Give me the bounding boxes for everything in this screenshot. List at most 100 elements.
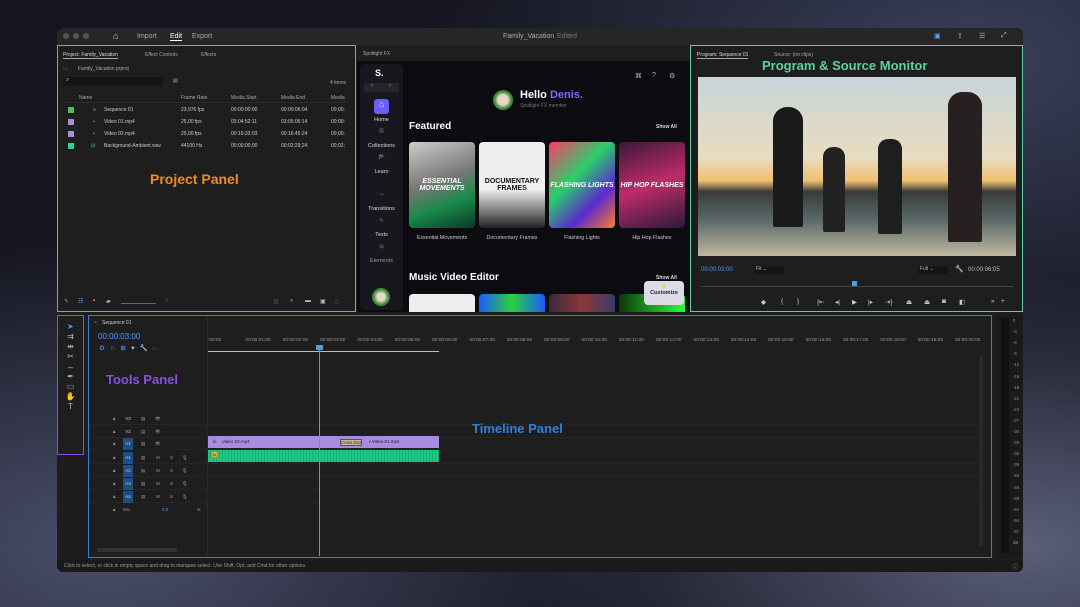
nav-learn[interactable]: Learn xyxy=(360,169,403,175)
lock-icon[interactable]: 🔒︎ xyxy=(113,478,115,490)
mute-button[interactable]: M xyxy=(156,452,160,464)
table-row[interactable]: ▪ Video 01.mp4 25,00 fps 03:04:52:11 03:05:0… xyxy=(63,116,348,128)
solo-button[interactable]: S xyxy=(170,465,173,477)
track-target[interactable]: V1 xyxy=(123,438,133,450)
nav-collections[interactable]: Collections xyxy=(360,143,403,149)
sync-lock-icon[interactable]: ▤ xyxy=(141,426,145,438)
card-documentary-frames[interactable]: DOCUMENTARY FRAMES xyxy=(479,142,545,228)
clip-video-02[interactable]: fx Video 02.mp4 xyxy=(208,436,439,448)
freeform-view-icon[interactable]: ▰ xyxy=(106,298,111,305)
gamepad-icon[interactable]: ⌘ xyxy=(635,72,642,80)
user-avatar[interactable] xyxy=(372,288,390,306)
ripple-edit-tool-icon[interactable]: ⇹ xyxy=(58,342,83,351)
workspaces-icon[interactable]: ☰ xyxy=(979,32,985,40)
pen-tool-icon[interactable]: ✒ xyxy=(58,372,83,381)
eye-icon[interactable]: 👁︎ xyxy=(155,413,161,425)
end-icon[interactable]: ⇹ xyxy=(197,504,201,516)
sync-lock-icon[interactable]: ▤ xyxy=(141,465,145,477)
eye-icon[interactable]: 👁︎ xyxy=(155,438,161,450)
lock-icon[interactable]: 🔒︎ xyxy=(113,491,115,503)
camera-icon[interactable]: ◙ xyxy=(942,298,946,305)
quick-export-icon[interactable]: ▣ xyxy=(934,32,941,40)
table-row[interactable]: ≡ Sequence 01 23,976 fps 00:00:00:00 00:00:0… xyxy=(63,104,348,116)
col-frame-rate[interactable]: Frame Rate xyxy=(181,95,207,101)
zoom-slider[interactable] xyxy=(121,303,156,304)
more-icon[interactable]: » xyxy=(991,298,995,305)
marker-icon[interactable]: ◆ xyxy=(761,298,766,306)
forward-button[interactable]: › xyxy=(389,83,391,89)
card-hip-hop-flashes[interactable]: HIP HOP FLASHES xyxy=(619,142,685,228)
horizontal-scrollbar[interactable] xyxy=(97,548,177,552)
linked-selection-icon[interactable]: ⊠ xyxy=(120,345,125,352)
captions-icon[interactable]: ▭ xyxy=(152,345,158,352)
track-target[interactable]: V3 xyxy=(123,413,133,425)
sync-lock-icon[interactable]: ▤ xyxy=(141,413,145,425)
lock-icon[interactable]: 🔒︎ xyxy=(113,426,115,438)
eye-icon[interactable]: 👁︎ xyxy=(155,426,161,438)
slip-tool-icon[interactable]: ↔ xyxy=(58,362,83,371)
new-bin-icon[interactable]: ▤ xyxy=(173,78,178,84)
menu-export[interactable]: Export xyxy=(192,33,212,40)
music-card[interactable] xyxy=(409,294,475,312)
close-window-button[interactable] xyxy=(63,33,69,39)
list-view-icon[interactable]: ☷ xyxy=(78,298,83,305)
selection-tool-icon[interactable]: ➤ xyxy=(58,322,83,331)
settings-wrench-icon[interactable]: 🔧 xyxy=(140,345,148,352)
col-name[interactable]: Name xyxy=(79,95,92,101)
play-icon[interactable]: ▶ xyxy=(852,298,857,306)
track-target[interactable]: A3 xyxy=(123,478,133,490)
zoom-dropdown[interactable]: Fit ⌄ xyxy=(754,266,784,274)
new-bin-icon[interactable]: ▬ xyxy=(305,298,311,304)
wrench-icon[interactable]: 🔧 xyxy=(955,265,964,273)
rectangle-tool-icon[interactable]: ▭ xyxy=(58,382,83,391)
playhead-handle[interactable] xyxy=(316,345,323,350)
menu-import[interactable]: Import xyxy=(137,33,157,40)
nav-texts[interactable]: Texts xyxy=(360,232,403,238)
solo-button[interactable]: S xyxy=(170,491,173,503)
track-target[interactable]: A2 xyxy=(123,465,133,477)
monitor-playhead[interactable] xyxy=(852,281,858,286)
card-flashing-lights[interactable]: FLASHING LIGHTS xyxy=(549,142,615,228)
mic-icon[interactable]: 🎙︎ xyxy=(182,478,188,490)
close-sequence-icon[interactable]: × xyxy=(94,320,97,326)
go-to-in-icon[interactable]: {⇤ xyxy=(817,298,825,306)
lock-icon[interactable]: 🔒︎ xyxy=(113,452,115,464)
track-target[interactable]: V2 xyxy=(123,426,133,438)
table-row[interactable]: ▪ Video 02.mp4 25,00 fps 00:16:33:03 00:16:4… xyxy=(63,128,348,140)
monitor-scrubber[interactable] xyxy=(701,286,1014,287)
col-media-end[interactable]: Media End xyxy=(281,95,305,101)
solo-button[interactable]: S xyxy=(170,478,173,490)
mark-out-icon[interactable]: } xyxy=(797,298,799,305)
add-button-icon[interactable]: + xyxy=(1001,298,1005,305)
info-icon[interactable]: ⓘ xyxy=(1012,562,1018,571)
mute-button[interactable]: M xyxy=(156,478,160,490)
comparison-view-icon[interactable]: ◧ xyxy=(959,298,965,306)
nav-home[interactable]: Home xyxy=(360,117,403,123)
hand-tool-icon[interactable]: ✋ xyxy=(58,392,83,401)
card-essential-movements[interactable]: ESSENTIAL MOVEMENTS xyxy=(409,142,475,228)
sync-lock-icon[interactable]: ▤ xyxy=(141,438,145,450)
table-row[interactable]: ⊟ Background-Ambient.wav 44100 Hz 00;00;00;… xyxy=(63,140,348,152)
add-marker-icon[interactable]: ▾ xyxy=(131,345,134,352)
mic-icon[interactable]: 🎙︎ xyxy=(182,452,188,464)
step-back-icon[interactable]: ◂| xyxy=(835,298,840,306)
type-tool-icon[interactable]: T xyxy=(58,402,83,411)
home-icon[interactable]: ⌂ xyxy=(113,31,118,41)
mic-icon[interactable]: 🎙︎ xyxy=(182,465,188,477)
tab-project[interactable]: Project: Family_Vacation xyxy=(63,52,118,59)
work-area-bar[interactable] xyxy=(208,351,439,352)
track-select-tool-icon[interactable]: ⇉ xyxy=(58,332,83,341)
timeline-playhead[interactable] xyxy=(316,345,323,556)
vertical-scrollbar[interactable] xyxy=(979,356,983,546)
timeline-timecode[interactable]: 00:00:03:00 xyxy=(98,332,140,341)
mute-button[interactable]: M xyxy=(156,465,160,477)
trash-icon[interactable]: ▯ xyxy=(335,298,338,305)
back-button[interactable]: ‹ xyxy=(371,83,373,89)
tab-sequence[interactable]: Sequence 01 xyxy=(102,320,131,326)
music-card[interactable] xyxy=(479,294,545,312)
razor-tool-icon[interactable]: ✂ xyxy=(58,352,83,361)
tab-program[interactable]: Program: Sequence 01 xyxy=(697,52,749,59)
col-media[interactable]: Media xyxy=(331,95,345,101)
clip-background-audio[interactable]: fx xyxy=(208,450,439,462)
mark-in-icon[interactable]: { xyxy=(781,298,783,305)
